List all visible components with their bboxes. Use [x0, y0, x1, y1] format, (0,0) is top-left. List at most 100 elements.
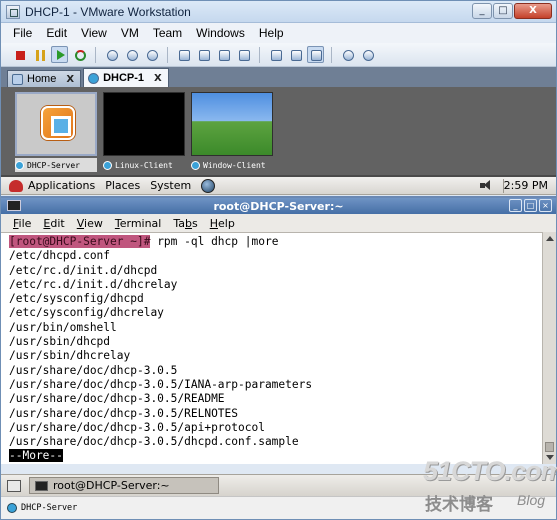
power-on-button[interactable] — [51, 46, 68, 63]
full-screen-button[interactable] — [267, 46, 284, 63]
sidebar-toggle-button[interactable] — [175, 46, 192, 63]
terminal-menu-tabs[interactable]: Tabs — [173, 217, 197, 230]
toolbar-separator — [95, 46, 96, 63]
terminal-menu-help[interactable]: Help — [210, 217, 235, 230]
console-icon — [239, 50, 250, 61]
scroll-up-icon[interactable] — [546, 236, 554, 241]
output-line: /usr/sbin/dhcpd — [9, 335, 111, 349]
taskbar-terminal-button[interactable]: root@DHCP-Server:~ — [29, 477, 219, 494]
output-line: /usr/share/doc/dhcp-3.0.5/RELNOTES — [9, 406, 239, 420]
terminal-minimize-button[interactable]: _ — [509, 199, 522, 212]
terminal-scrollbar[interactable] — [542, 232, 556, 464]
terminal-menu-edit[interactable]: Edit — [43, 217, 64, 230]
play-icon — [57, 50, 65, 60]
window-controls: _ □ X — [472, 3, 552, 19]
menu-edit[interactable]: Edit — [46, 26, 67, 40]
team-button[interactable] — [339, 46, 356, 63]
snapshot-manager-icon — [147, 50, 158, 61]
toolbar-separator — [331, 46, 332, 63]
watermark-chinese-text: 技术博客 — [425, 495, 493, 515]
menu-file[interactable]: File — [13, 26, 32, 40]
tab-dhcp-1[interactable]: DHCP-1 X — [83, 68, 169, 87]
vmware-window: DHCP-1 - VMware Workstation _ □ X File E… — [0, 0, 557, 520]
console-view-button[interactable] — [235, 46, 252, 63]
power-off-button[interactable] — [11, 46, 28, 63]
output-line: /usr/sbin/dhcrelay — [9, 349, 131, 363]
thumbnail-label-text: DHCP-Server — [27, 160, 80, 170]
terminal-output[interactable]: [root@DHCP-Server ~]# rpm -ql dhcp |more… — [1, 232, 542, 464]
menu-windows[interactable]: Windows — [196, 26, 245, 40]
toolbar-separator — [259, 46, 260, 63]
mnemonic: V — [76, 216, 85, 230]
snapshot-button[interactable] — [103, 46, 120, 63]
scrollbar-thumb[interactable] — [545, 442, 554, 452]
menu-team[interactable]: Team — [153, 26, 182, 40]
summary-view-button[interactable] — [215, 46, 232, 63]
menu-view[interactable]: View — [81, 26, 107, 40]
terminal-menu-terminal[interactable]: Terminal — [115, 217, 162, 230]
output-line: /usr/share/doc/dhcp-3.0.5/dhcpd.conf.sam… — [9, 435, 299, 449]
thumbnail-label: DHCP-Server — [15, 158, 97, 172]
output-line: /usr/share/doc/dhcp-3.0.5 — [9, 363, 178, 377]
unity-button[interactable] — [307, 46, 324, 63]
reset-button[interactable] — [71, 46, 88, 63]
show-desktop-icon[interactable] — [7, 479, 21, 492]
vm-icon — [88, 72, 100, 84]
snapshot-manager-button[interactable] — [143, 46, 160, 63]
vm-icon — [7, 503, 17, 513]
quick-switch-icon — [291, 50, 302, 61]
thumbnail-dhcp-server[interactable] — [15, 92, 97, 156]
revert-snapshot-button[interactable] — [123, 46, 140, 63]
pause-icon — [36, 50, 45, 61]
web-browser-icon[interactable] — [201, 178, 216, 193]
reset-icon — [75, 50, 86, 61]
terminal-close-button[interactable]: × — [539, 199, 552, 212]
thumbnail-label-text: Window-Client — [203, 160, 266, 170]
output-line: /etc/sysconfig/dhcpd — [9, 292, 144, 306]
output-line: /usr/share/doc/dhcp-3.0.5/api+protocol — [9, 420, 265, 434]
snapshot-icon — [107, 50, 118, 61]
terminal-maximize-button[interactable]: □ — [524, 199, 537, 212]
minimize-button[interactable]: _ — [472, 3, 492, 19]
panel-clock[interactable]: 2:59 PM — [504, 179, 548, 192]
terminal-titlebar[interactable]: root@DHCP-Server:~ _ □ × — [1, 198, 556, 214]
window-title: DHCP-1 - VMware Workstation — [25, 4, 191, 19]
thumbnail-label-text: Linux-Client — [115, 160, 173, 170]
watermark-logo-text: 51CTO.com — [423, 456, 557, 486]
menu-help[interactable]: Help — [259, 26, 284, 40]
share-button[interactable] — [359, 46, 376, 63]
menu-vm[interactable]: VM — [121, 26, 139, 40]
sidebar-icon — [179, 50, 190, 61]
thumbnail-label: Window-Client — [191, 158, 273, 172]
thumbnail-window-client[interactable] — [191, 92, 273, 156]
panel-applications[interactable]: Applications — [28, 179, 95, 192]
taskbar-label: root@DHCP-Server:~ — [53, 479, 170, 492]
terminal-menu-view[interactable]: View — [77, 217, 103, 230]
terminal-menu-bar: File Edit View Terminal Tabs Help — [1, 214, 556, 232]
team-icon — [343, 50, 354, 61]
toolbar — [1, 43, 556, 67]
thumbnail-bar-button[interactable] — [195, 46, 212, 63]
panel-places[interactable]: Places — [105, 179, 140, 192]
maximize-button[interactable]: □ — [493, 3, 513, 19]
close-button[interactable]: X — [514, 3, 552, 19]
menu-text: ile — [18, 216, 32, 230]
suspend-button[interactable] — [31, 46, 48, 63]
tab-close-button[interactable]: X — [66, 74, 74, 85]
thumbnail-linux-client[interactable] — [103, 92, 185, 156]
window-titlebar[interactable]: DHCP-1 - VMware Workstation _ □ X — [1, 1, 556, 23]
unity-icon — [311, 50, 322, 61]
terminal-menu-file[interactable]: File — [13, 217, 31, 230]
tab-home[interactable]: Home X — [7, 70, 82, 87]
panel-system[interactable]: System — [150, 179, 191, 192]
volume-icon[interactable] — [480, 179, 494, 192]
output-line: /etc/rc.d/init.d/dhcrelay — [9, 277, 178, 291]
terminal-title: root@DHCP-Server:~ — [213, 199, 344, 213]
command-line: [root@DHCP-Server ~]# rpm -ql dhcp |more — [9, 235, 542, 249]
tab-bar: Home X DHCP-1 X — [1, 67, 556, 87]
quick-switch-button[interactable] — [287, 46, 304, 63]
menu-text: elp — [218, 216, 235, 230]
tab-close-button[interactable]: X — [154, 73, 162, 84]
share-icon — [363, 50, 374, 61]
thumbnail-strip: DHCP-Server Linux-Client Window-Client — [1, 87, 556, 175]
